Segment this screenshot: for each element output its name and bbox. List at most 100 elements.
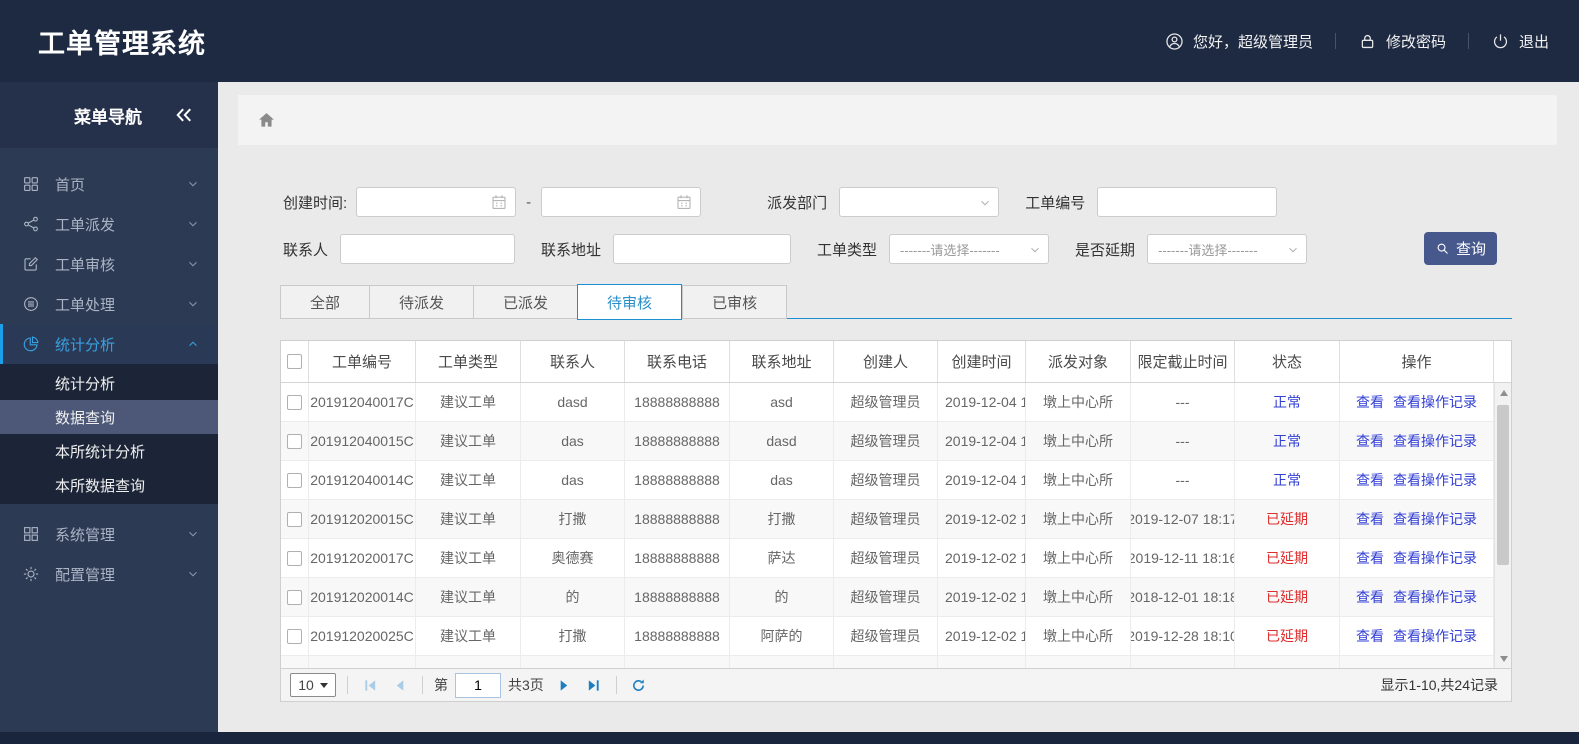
- prev-page-icon: [396, 679, 403, 691]
- dispatch-dept-select[interactable]: [839, 187, 1000, 217]
- collapse-sidebar-icon[interactable]: [174, 105, 194, 125]
- view-link[interactable]: 查看: [1356, 626, 1384, 646]
- deadline-cell: ---: [1131, 383, 1235, 421]
- submenu-item-local-data-query[interactable]: 本所数据查询: [0, 468, 218, 502]
- create-time-end-field[interactable]: [541, 187, 702, 217]
- sidebar-item-label: 工单审核: [55, 256, 116, 274]
- delay-label: 是否延期: [1075, 241, 1136, 259]
- row-checkbox[interactable]: [287, 628, 302, 644]
- creator-cell: 超级管理员: [834, 422, 938, 460]
- view-log-link[interactable]: 查看操作记录: [1393, 587, 1477, 607]
- view-link[interactable]: 查看: [1356, 392, 1384, 412]
- view-link[interactable]: 查看: [1356, 509, 1384, 529]
- sidebar-item-system[interactable]: 系统管理: [0, 514, 218, 554]
- view-link[interactable]: 查看: [1356, 431, 1384, 451]
- target-cell: 墩上中心所: [1026, 500, 1131, 538]
- submenu-item-local-statistics[interactable]: 本所统计分析: [0, 434, 218, 468]
- contact-field[interactable]: [340, 234, 516, 264]
- scroll-down-arrow[interactable]: [1495, 650, 1511, 667]
- header-separator: [1467, 33, 1469, 49]
- last-page-button[interactable]: [583, 674, 605, 696]
- calendar-icon: [677, 195, 691, 209]
- row-checkbox[interactable]: [287, 433, 302, 449]
- create-time-start-field[interactable]: [356, 187, 517, 217]
- submenu-item-data-query[interactable]: 数据查询: [0, 400, 218, 434]
- delay-select[interactable]: -------请选择-------: [1147, 234, 1308, 264]
- order-type-cell: 建议工单: [416, 617, 521, 655]
- sidebar: 菜单导航 首页 工单派发 工单审核 工单处理 统计分析 统计分析 数据查询 本所…: [0, 82, 218, 732]
- row-checkbox[interactable]: [287, 550, 302, 566]
- order-no-input[interactable]: [1104, 189, 1270, 215]
- create-time-start-input[interactable]: [363, 189, 489, 215]
- address-field[interactable]: [613, 234, 792, 264]
- contact-input[interactable]: [347, 236, 508, 262]
- view-log-link[interactable]: 查看操作记录: [1393, 509, 1477, 529]
- view-link[interactable]: 查看: [1356, 548, 1384, 568]
- select-all-checkbox[interactable]: [287, 354, 302, 369]
- change-password-button[interactable]: 修改密码: [1358, 31, 1446, 52]
- view-log-link[interactable]: 查看操作记录: [1393, 548, 1477, 568]
- tab-dispatched[interactable]: 已派发: [473, 285, 578, 319]
- row-checkbox[interactable]: [287, 589, 302, 605]
- search-button[interactable]: 查询: [1424, 232, 1497, 265]
- order-no-field[interactable]: [1097, 187, 1278, 217]
- view-log-link[interactable]: 查看操作记录: [1393, 470, 1477, 490]
- create-time-end-input[interactable]: [548, 189, 674, 215]
- address-input[interactable]: [620, 236, 784, 262]
- table-scrollbar[interactable]: [1494, 383, 1511, 668]
- submenu-item-statistics[interactable]: 统计分析: [0, 366, 218, 400]
- deadline-cell: 2019-12-28 18:10: [1131, 617, 1235, 655]
- page-size-value: 10: [298, 677, 314, 693]
- lock-icon: [1361, 34, 1374, 48]
- view-log-link[interactable]: 查看操作记录: [1393, 431, 1477, 451]
- sidebar-item-review[interactable]: 工单审核: [0, 244, 218, 284]
- view-log-link[interactable]: 查看操作记录: [1393, 392, 1477, 412]
- order-type-select[interactable]: -------请选择-------: [889, 234, 1050, 264]
- tab-pending-dispatch[interactable]: 待派发: [369, 285, 474, 319]
- sidebar-item-home[interactable]: 首页: [0, 164, 218, 204]
- tab-all[interactable]: 全部: [280, 285, 370, 319]
- view-log-link[interactable]: 查看操作记录: [1393, 626, 1477, 646]
- view-link[interactable]: 查看: [1356, 587, 1384, 607]
- status-tabs: 全部 待派发 已派发 待审核 已审核: [280, 284, 1512, 320]
- work-order-system: 工单管理系统 您好，超级管理员 修改密码 退出 菜单导航 首页 工单派发 工单审…: [0, 0, 1579, 744]
- refresh-button[interactable]: [628, 674, 650, 696]
- next-page-button[interactable]: [553, 674, 575, 696]
- user-greeting[interactable]: 您好，超级管理员: [1165, 31, 1313, 52]
- created-cell: 2019-12-04 15: [938, 422, 1026, 460]
- sidebar-item-config[interactable]: 配置管理: [0, 554, 218, 594]
- page-size-select[interactable]: 10: [290, 673, 336, 697]
- order-no-cell: 201912020015C: [309, 500, 416, 538]
- created-cell: 2019-12-02 17: [938, 539, 1026, 577]
- order-no-cell: 201912020014C: [309, 578, 416, 616]
- logout-button[interactable]: 退出: [1491, 31, 1549, 52]
- creator-cell: 超级管理员: [834, 539, 938, 577]
- order-no-cell: 201912040017C: [309, 383, 416, 421]
- row-checkbox[interactable]: [287, 394, 302, 410]
- column-header: 派发对象: [1026, 341, 1131, 382]
- creator-cell: 超级管理员: [834, 461, 938, 499]
- sidebar-item-statistics[interactable]: 统计分析: [0, 324, 218, 364]
- tab-reviewed[interactable]: 已审核: [682, 285, 788, 319]
- deadline-cell: 2019-12-11 18:16: [1131, 539, 1235, 577]
- view-link[interactable]: 查看: [1356, 470, 1384, 490]
- table-header: 工单编号 工单类型 联系人 联系电话 联系地址 创建人 创建时间 派发对象 限定…: [281, 341, 1511, 383]
- address-cell: 打撒: [730, 500, 834, 538]
- scrollbar-thumb[interactable]: [1497, 405, 1509, 565]
- scroll-up-arrow[interactable]: [1495, 384, 1511, 401]
- prev-page-button[interactable]: [389, 674, 411, 696]
- filter-row-1: 创建时间: - 派发部门 工单编号: [283, 187, 1579, 217]
- first-page-button[interactable]: [359, 674, 381, 696]
- statistics-submenu: 统计分析 数据查询 本所统计分析 本所数据查询: [0, 364, 218, 504]
- sidebar-item-process[interactable]: 工单处理: [0, 284, 218, 324]
- column-header: 联系电话: [625, 341, 730, 382]
- row-checkbox[interactable]: [287, 472, 302, 488]
- contact-cell: das: [521, 422, 625, 460]
- page-number-input[interactable]: [455, 672, 501, 698]
- row-checkbox[interactable]: [287, 511, 302, 527]
- creator-cell: 超级管理员: [834, 617, 938, 655]
- tab-pending-review[interactable]: 待审核: [577, 284, 683, 320]
- home-icon[interactable]: [256, 110, 277, 131]
- sidebar-menu: 首页 工单派发 工单审核 工单处理 统计分析 统计分析 数据查询 本所统计分析 …: [0, 148, 218, 594]
- sidebar-item-dispatch[interactable]: 工单派发: [0, 204, 218, 244]
